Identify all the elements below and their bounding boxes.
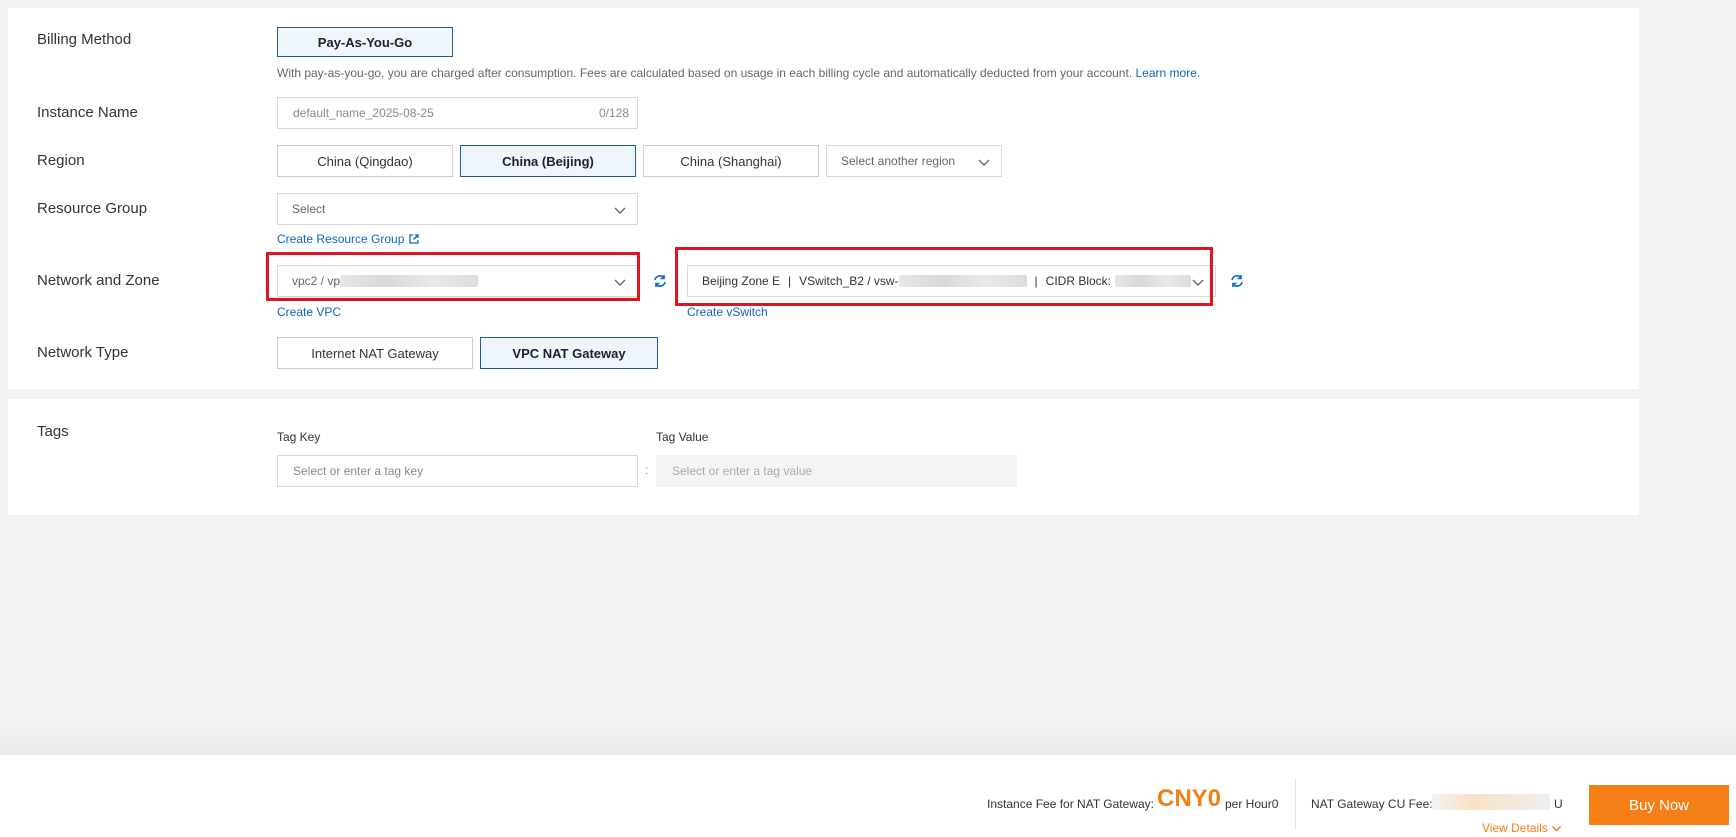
create-resource-group-text: Create Resource Group [277,232,405,246]
vswitch-separator: | [788,274,792,288]
instance-fee-unit: per Hour0 [1225,797,1279,811]
buy-now-button[interactable]: Buy Now [1589,785,1729,825]
chevron-down-icon [1551,823,1562,834]
refresh-vswitch-icon[interactable] [1228,272,1246,290]
chevron-down-icon [613,275,627,289]
billing-hint-text: With pay-as-you-go, you are charged afte… [277,66,1133,80]
chevron-down-icon [977,155,991,169]
vpc-value: vpc2 / vp [292,274,341,288]
learn-more-link[interactable]: Learn more. [1136,66,1201,80]
tag-key-input[interactable]: Select or enter a tag key [277,455,638,487]
instance-name-counter: 0/128 [598,106,629,120]
redacted-cidr [1115,275,1192,287]
create-vpc-link[interactable]: Create VPC [277,305,341,319]
tags-label: Tags [37,423,69,440]
resource-group-placeholder: Select [292,202,326,216]
cidr-label: CIDR Block: [1045,274,1112,288]
vpc-nat-gateway-option[interactable]: VPC NAT Gateway [480,337,658,369]
view-details-link[interactable]: View Details [1482,821,1562,835]
instance-fee-price: CNY0 [1157,785,1222,812]
vswitch-separator: | [1034,274,1038,288]
instance-name-value: default_name_2025-08-25 [293,106,434,120]
billing-method-label: Billing Method [37,31,132,48]
vswitch-select[interactable]: Beijing Zone E | VSwitch_B2 / vsw- | CID… [687,265,1216,297]
external-link-icon [408,233,420,245]
config-card: Billing Method Pay-As-You-Go With pay-as… [8,8,1639,389]
tag-value-caption: Tag Value [656,430,709,444]
billing-hint: With pay-as-you-go, you are charged afte… [277,66,1200,80]
network-type-label: Network Type [37,344,129,361]
tags-card: Tags Tag Key Tag Value Select or enter a… [8,399,1639,515]
region-option-beijing[interactable]: China (Beijing) [460,145,636,177]
vswitch-zone: Beijing Zone E [702,274,781,288]
chevron-down-icon [1191,275,1205,289]
create-vswitch-link[interactable]: Create vSwitch [687,305,768,319]
region-option-shanghai[interactable]: China (Shanghai) [643,145,819,177]
vpc-select[interactable]: vpc2 / vp [277,265,638,297]
footer-shadow [0,725,1736,755]
resource-group-select[interactable]: Select [277,193,638,225]
cu-fee-suffix: U [1554,797,1563,811]
redacted-vswitch-id [898,275,1027,287]
region-label: Region [37,152,85,169]
create-resource-group-link[interactable]: Create Resource Group [277,232,420,246]
tag-key-placeholder: Select or enter a tag key [293,464,424,478]
tag-key-caption: Tag Key [277,430,321,444]
cu-fee-label: NAT Gateway CU Fee: [1311,797,1433,811]
pay-as-you-go-button[interactable]: Pay-As-You-Go [277,27,453,57]
other-region-select[interactable]: Select another region [826,145,1002,177]
tag-value-input[interactable]: Select or enter a tag value [656,455,1017,487]
instance-name-label: Instance Name [37,104,138,121]
other-region-placeholder: Select another region [841,154,956,168]
view-details-text: View Details [1482,821,1548,835]
region-option-qingdao[interactable]: China (Qingdao) [277,145,453,177]
footer-divider [1295,778,1296,830]
redacted-cu-fee [1432,794,1550,810]
instance-fee-label: Instance Fee for NAT Gateway: [987,797,1154,811]
network-zone-label: Network and Zone [37,272,160,289]
resource-group-label: Resource Group [37,200,148,217]
refresh-vpc-icon[interactable] [651,272,669,290]
vswitch-name: VSwitch_B2 / vsw- [799,274,899,288]
tag-value-placeholder: Select or enter a tag value [672,464,813,478]
internet-nat-gateway-option[interactable]: Internet NAT Gateway [277,337,473,369]
instance-name-input[interactable]: default_name_2025-08-25 0/128 [277,97,638,129]
chevron-down-icon [613,203,627,217]
redacted-vpc-id [340,275,479,287]
tag-separator: : [645,463,649,477]
